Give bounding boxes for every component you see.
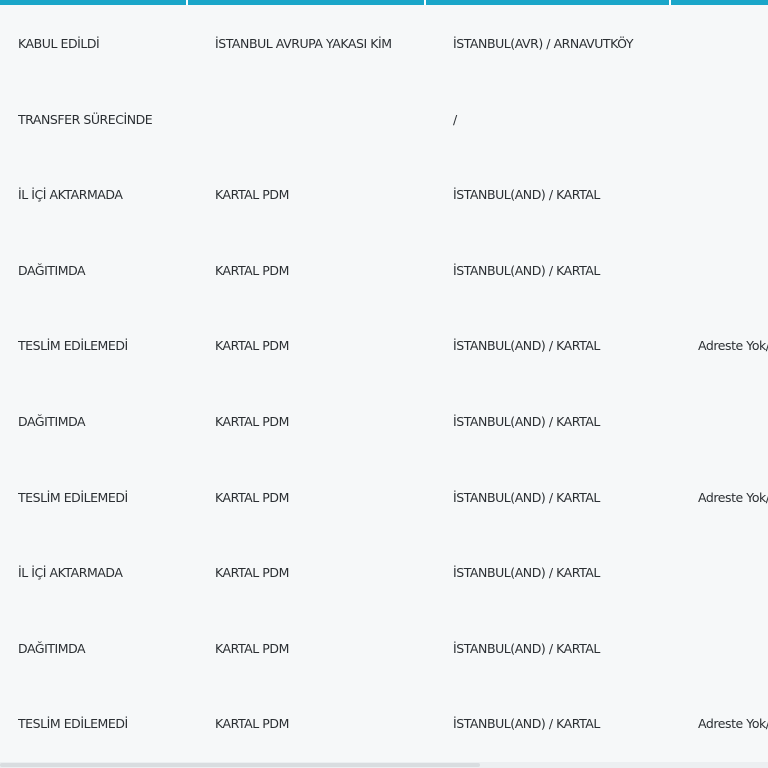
unit-cell: KARTAL PDM (215, 187, 289, 203)
status-cell: DAĞITIMDA (18, 640, 86, 656)
location-cell: İSTANBUL(AND) / KARTAL (453, 413, 600, 429)
location-cell: / (453, 111, 457, 127)
scrollbar-thumb[interactable] (0, 763, 480, 767)
horizontal-scrollbar[interactable] (0, 762, 768, 768)
status-cell: TESLİM EDİLEMEDİ (18, 338, 128, 354)
table-row: TESLİM EDİLEMEDİ KARTAL PDM İSTANBUL(AND… (0, 686, 768, 762)
location-cell: İSTANBUL(AND) / KARTAL (453, 489, 600, 505)
unit-cell: İSTANBUL AVRUPA YAKASI KİM (215, 36, 392, 51)
status-cell: İL İÇİ AKTARMADA (18, 187, 123, 203)
table-row: TESLİM EDİLEMEDİ KARTAL PDM İSTANBUL(AND… (0, 460, 768, 536)
description-cell (698, 611, 768, 687)
location-cell: İSTANBUL(AND) / KARTAL (453, 640, 600, 656)
location-cell: İSTANBUL(AND) / KARTAL (453, 565, 600, 581)
description-cell (698, 82, 768, 158)
unit-cell (215, 82, 445, 158)
description-cell: Adreste Yok/ (698, 716, 768, 732)
header-cell-unit (188, 0, 426, 5)
location-cell: İSTANBUL(AND) / KARTAL (453, 262, 600, 278)
description-cell (698, 233, 768, 309)
location-cell: İSTANBUL(AND) / KARTAL (453, 187, 600, 203)
header-cell-status (0, 0, 188, 5)
description-cell (698, 157, 768, 233)
status-cell: İL İÇİ AKTARMADA (18, 565, 123, 581)
unit-cell: KARTAL PDM (215, 338, 289, 354)
table-row: DAĞITIMDA KARTAL PDM İSTANBUL(AND) / KAR… (0, 384, 768, 460)
unit-cell: KARTAL PDM (215, 640, 289, 656)
unit-cell: KARTAL PDM (215, 413, 289, 429)
table-row: DAĞITIMDA KARTAL PDM İSTANBUL(AND) / KAR… (0, 233, 768, 309)
description-cell (698, 384, 768, 460)
location-cell: İSTANBUL(AVR) / ARNAVUTKÖY (453, 36, 634, 51)
table-row: KABUL EDİLDİ İSTANBUL AVRUPA YAKASI KİM … (0, 6, 768, 82)
description-cell (698, 6, 768, 82)
unit-cell: KARTAL PDM (215, 489, 289, 505)
table-row: DAĞITIMDA KARTAL PDM İSTANBUL(AND) / KAR… (0, 611, 768, 687)
table-row: TESLİM EDİLEMEDİ KARTAL PDM İSTANBUL(AND… (0, 308, 768, 384)
tracking-table-viewport: KABUL EDİLDİ İSTANBUL AVRUPA YAKASI KİM … (0, 0, 768, 768)
unit-cell: KARTAL PDM (215, 262, 289, 278)
unit-cell: KARTAL PDM (215, 565, 289, 581)
status-cell: DAĞITIMDA (18, 262, 86, 278)
status-cell: DAĞITIMDA (18, 413, 86, 429)
table-row: TRANSFER SÜRECİNDE / (0, 82, 768, 158)
description-cell (698, 535, 768, 611)
location-cell: İSTANBUL(AND) / KARTAL (453, 716, 600, 732)
status-cell: TESLİM EDİLEMEDİ (18, 716, 128, 732)
location-cell: İSTANBUL(AND) / KARTAL (453, 338, 600, 354)
header-cell-location (426, 0, 671, 5)
header-cell-description (671, 0, 768, 5)
table-body: KABUL EDİLDİ İSTANBUL AVRUPA YAKASI KİM … (0, 6, 768, 762)
description-cell: Adreste Yok/ (698, 338, 768, 354)
unit-cell: KARTAL PDM (215, 716, 289, 732)
status-cell: TESLİM EDİLEMEDİ (18, 489, 128, 505)
table-row: İL İÇİ AKTARMADA KARTAL PDM İSTANBUL(AND… (0, 157, 768, 233)
description-cell: Adreste Yok/ (698, 489, 768, 505)
status-cell: TRANSFER SÜRECİNDE (18, 111, 153, 127)
table-row: İL İÇİ AKTARMADA KARTAL PDM İSTANBUL(AND… (0, 535, 768, 611)
status-cell: KABUL EDİLDİ (18, 36, 100, 51)
table-header (0, 0, 768, 5)
